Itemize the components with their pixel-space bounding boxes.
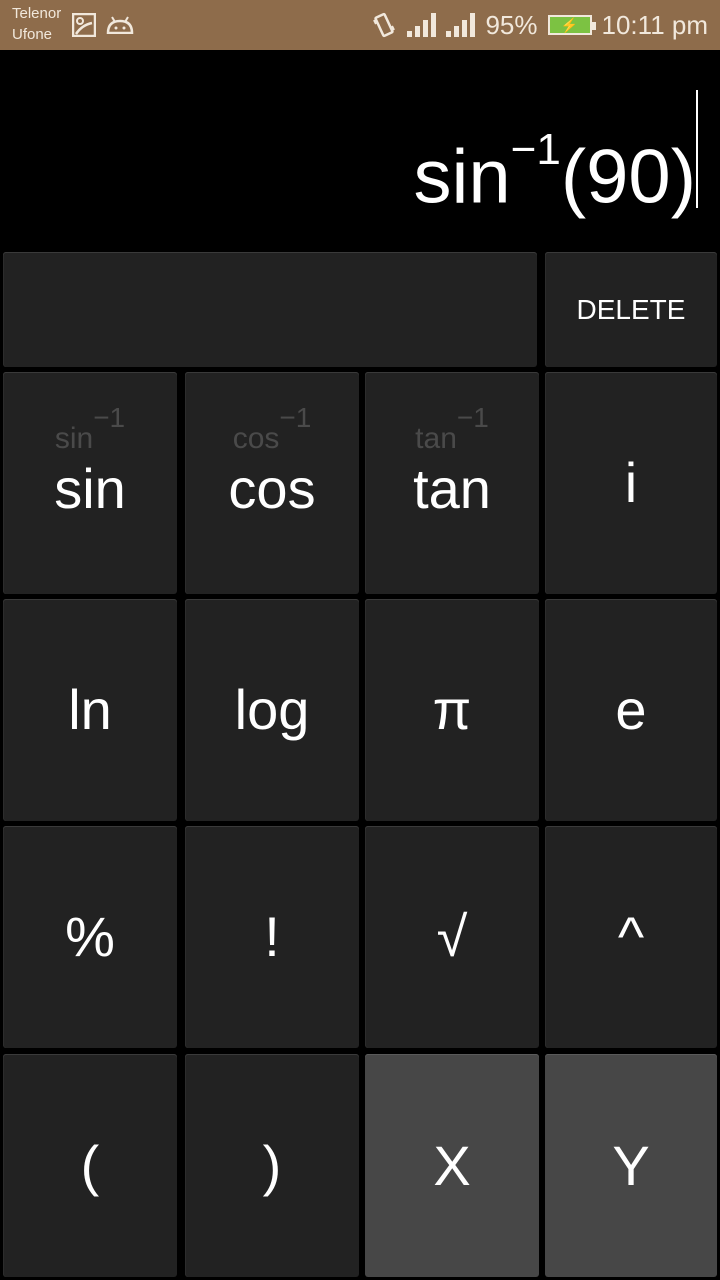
expression-text: sin−1(90): [414, 122, 696, 217]
expression-exponent: −1: [510, 125, 561, 174]
key-e[interactable]: e: [545, 599, 717, 821]
key-percent[interactable]: %: [3, 826, 177, 1048]
key-label: tan: [413, 457, 491, 520]
key-tan[interactable]: tan−1 tan: [365, 372, 539, 594]
status-bar: Telenor Ufone 95% ⚡ 10:11 pm: [0, 0, 720, 50]
key-label: %: [65, 905, 115, 968]
key-close-paren[interactable]: ): [185, 1054, 359, 1277]
carrier-1: Telenor: [12, 5, 62, 22]
key-content: tan−1 tan: [365, 372, 539, 594]
key-log[interactable]: log: [185, 599, 359, 821]
signal-icon: [407, 13, 437, 37]
key-y[interactable]: Y: [545, 1054, 717, 1277]
key-label: e: [615, 678, 647, 741]
battery-percent: 95%: [485, 9, 538, 40]
inverse-function: sin: [54, 422, 94, 455]
key-open-paren[interactable]: (: [3, 1054, 177, 1277]
android-debug-icon: [106, 16, 134, 34]
image-icon: [72, 13, 96, 37]
inverse-exponent: −1: [93, 402, 126, 433]
key-ln[interactable]: ln: [3, 599, 177, 821]
signal-icon: [446, 13, 476, 37]
inverse-label: cos−1: [185, 402, 359, 456]
carrier-2: Ufone: [12, 26, 53, 43]
key-label: X: [433, 1133, 471, 1197]
key-pi[interactable]: π: [365, 599, 539, 821]
status-right: 95% ⚡ 10:11 pm: [371, 0, 708, 50]
inverse-function: cos: [232, 422, 280, 455]
key-power[interactable]: ^: [545, 826, 717, 1048]
key-label: √: [436, 905, 468, 968]
vibrate-icon: [373, 12, 396, 38]
text-cursor: [696, 90, 698, 208]
key-label: Y: [612, 1133, 650, 1197]
inverse-function: tan: [415, 422, 457, 455]
key-content: cos−1 cos: [185, 372, 359, 594]
inverse-label: tan−1: [365, 402, 539, 456]
key-label: log: [234, 678, 310, 741]
inverse-label: sin−1: [3, 402, 177, 456]
inverse-exponent: −1: [456, 402, 489, 433]
empty-key[interactable]: [3, 252, 537, 367]
key-sin[interactable]: sin−1 sin: [3, 372, 177, 594]
key-i[interactable]: i: [545, 372, 717, 594]
key-label: !: [264, 905, 280, 968]
key-label: cos: [228, 457, 316, 520]
key-x[interactable]: X: [365, 1054, 539, 1277]
key-content: sin−1 sin: [3, 372, 177, 594]
key-factorial[interactable]: !: [185, 826, 359, 1048]
key-label: i: [624, 451, 638, 514]
expression-function: sin: [413, 134, 511, 220]
delete-label: DELETE: [576, 293, 686, 325]
key-label: ^: [617, 905, 645, 968]
key-label: sin: [54, 457, 126, 520]
inverse-exponent: −1: [279, 402, 312, 433]
expression-argument: (90): [560, 134, 696, 220]
battery-charging-icon: ⚡: [547, 15, 596, 35]
carrier-names: Telenor Ufone: [12, 3, 61, 45]
delete-button[interactable]: DELETE: [545, 252, 717, 367]
key-sqrt[interactable]: √: [365, 826, 539, 1048]
expression-display[interactable]: sin−1(90): [0, 50, 720, 250]
key-cos[interactable]: cos−1 cos: [185, 372, 359, 594]
key-label: ln: [68, 678, 112, 741]
clock: 10:11 pm: [601, 9, 708, 40]
key-label: (: [80, 1133, 100, 1197]
key-label: π: [432, 678, 472, 741]
key-label: ): [262, 1133, 282, 1197]
